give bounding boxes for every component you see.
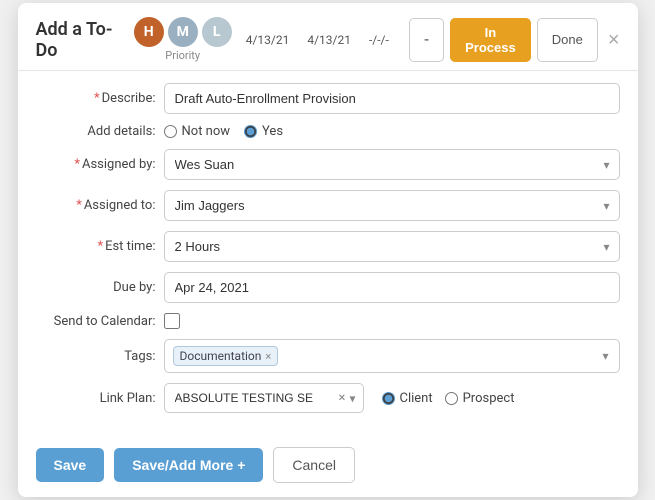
link-plan-icons: × ▾ xyxy=(339,391,356,406)
radio-not-now[interactable] xyxy=(164,125,177,138)
date-item-1: 4/13/21 xyxy=(246,33,290,47)
describe-row: *Describe: xyxy=(36,83,620,114)
status-done-button[interactable]: Done xyxy=(537,18,598,62)
cancel-button[interactable]: Cancel xyxy=(273,447,355,483)
assigned-to-select-wrap: Jim Jaggers ▾ xyxy=(164,190,620,221)
status-dash-button[interactable]: - xyxy=(409,18,444,62)
add-details-radios: Not now Yes xyxy=(164,124,284,139)
priority-group: H M L Priority xyxy=(134,17,232,62)
link-plan-select[interactable]: ABSOLUTE TESTING SERVICES, INC. 4 xyxy=(164,383,364,413)
assigned-to-required: * xyxy=(76,198,82,213)
radio-prospect-text: Prospect xyxy=(463,391,515,406)
link-plan-label: Link Plan: xyxy=(36,391,156,406)
add-details-label: Add details: xyxy=(36,124,156,139)
priority-label: Priority xyxy=(165,49,200,62)
date-val-1: 4/13/21 xyxy=(246,33,290,47)
assigned-to-select[interactable]: Jim Jaggers xyxy=(164,190,620,221)
tag-chip-documentation: Documentation × xyxy=(173,346,279,366)
date-item-2: 4/13/21 xyxy=(307,33,351,47)
client-prospect-group: Client Prospect xyxy=(382,391,515,406)
due-by-label: Due by: xyxy=(36,280,156,295)
save-button[interactable]: Save xyxy=(36,448,105,482)
assigned-by-label: *Assigned by: xyxy=(36,157,156,172)
link-plan-select-wrap: ABSOLUTE TESTING SERVICES, INC. 4 × ▾ xyxy=(164,383,364,413)
due-by-input[interactable] xyxy=(164,272,620,303)
tags-row: Tags: Documentation × ▾ xyxy=(36,339,620,373)
send-to-calendar-label: Send to Calendar: xyxy=(36,314,156,329)
status-buttons: - In Process Done xyxy=(409,18,598,62)
radio-not-now-text: Not now xyxy=(182,124,231,139)
tag-chip-close-icon[interactable]: × xyxy=(265,350,271,363)
describe-label: *Describe: xyxy=(36,91,156,106)
date-group: 4/13/21 4/13/21 -/-/- xyxy=(246,33,389,47)
est-time-label: *Est time: xyxy=(36,239,156,254)
est-time-select[interactable]: 2 Hours xyxy=(164,231,620,262)
radio-client-text: Client xyxy=(400,391,433,406)
assigned-by-row: *Assigned by: Wes Suan ▾ xyxy=(36,149,620,180)
radio-client[interactable] xyxy=(382,392,395,405)
priority-badge-l[interactable]: L xyxy=(202,17,232,47)
assigned-by-select-wrap: Wes Suan ▾ xyxy=(164,149,620,180)
radio-yes-label[interactable]: Yes xyxy=(244,124,283,139)
radio-yes[interactable] xyxy=(244,125,257,138)
assigned-to-row: *Assigned to: Jim Jaggers ▾ xyxy=(36,190,620,221)
tag-chip-label: Documentation xyxy=(180,349,262,363)
radio-not-now-label[interactable]: Not now xyxy=(164,124,231,139)
describe-required: * xyxy=(94,91,100,106)
modal-title: Add a To-Do xyxy=(36,19,118,61)
date-val-2: 4/13/21 xyxy=(307,33,351,47)
date-val-3: -/-/- xyxy=(369,33,389,47)
priority-badge-m[interactable]: M xyxy=(168,17,198,47)
tags-chevron-icon: ▾ xyxy=(602,349,608,363)
due-by-row: Due by: xyxy=(36,272,620,303)
link-plan-chevron-icon[interactable]: ▾ xyxy=(349,391,355,405)
modal-close-button[interactable]: × xyxy=(608,30,620,50)
tags-label: Tags: xyxy=(36,349,156,364)
modal-footer: Save Save/Add More + Cancel xyxy=(18,437,638,497)
modal-body: *Describe: Add details: Not now Yes *Ass… xyxy=(18,71,638,437)
assigned-to-label: *Assigned to: xyxy=(36,198,156,213)
status-inprocess-button[interactable]: In Process xyxy=(450,18,531,62)
priority-badges: H M L xyxy=(134,17,232,47)
link-plan-clear-icon[interactable]: × xyxy=(339,391,346,406)
radio-prospect-label[interactable]: Prospect xyxy=(445,391,515,406)
add-todo-modal: Add a To-Do H M L Priority 4/13/21 4/13/… xyxy=(18,3,638,497)
send-to-calendar-checkbox[interactable] xyxy=(164,313,180,329)
est-time-select-wrap: 2 Hours ▾ xyxy=(164,231,620,262)
add-details-row: Add details: Not now Yes xyxy=(36,124,620,139)
priority-badge-h[interactable]: H xyxy=(134,17,164,47)
radio-yes-text: Yes xyxy=(262,124,283,139)
est-time-required: * xyxy=(97,239,103,254)
send-to-calendar-row: Send to Calendar: xyxy=(36,313,620,329)
est-time-row: *Est time: 2 Hours ▾ xyxy=(36,231,620,262)
save-add-more-button[interactable]: Save/Add More + xyxy=(114,448,263,482)
assigned-by-select[interactable]: Wes Suan xyxy=(164,149,620,180)
modal-header: Add a To-Do H M L Priority 4/13/21 4/13/… xyxy=(18,3,638,71)
date-item-3: -/-/- xyxy=(369,33,389,47)
radio-prospect[interactable] xyxy=(445,392,458,405)
link-plan-row: Link Plan: ABSOLUTE TESTING SERVICES, IN… xyxy=(36,383,620,413)
radio-client-label[interactable]: Client xyxy=(382,391,433,406)
assigned-by-required: * xyxy=(74,157,80,172)
describe-input[interactable] xyxy=(164,83,620,114)
send-to-calendar-checkbox-wrap xyxy=(164,313,180,329)
tags-input-wrap[interactable]: Documentation × ▾ xyxy=(164,339,620,373)
